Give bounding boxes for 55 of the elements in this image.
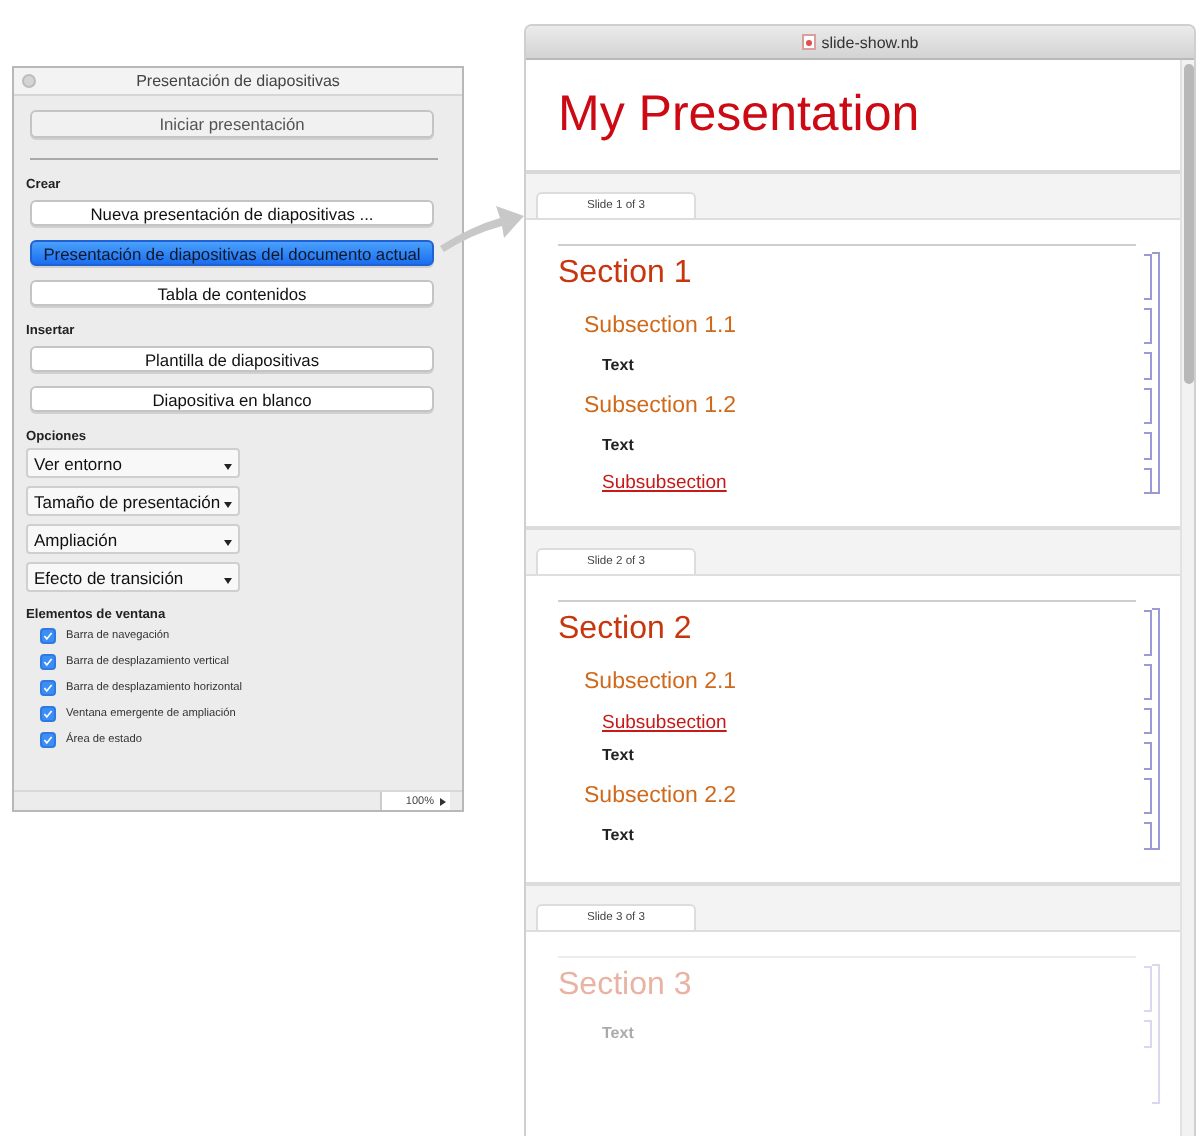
presentation-title: My Presentation	[558, 86, 920, 144]
subsection-heading: Subsection 2.2	[582, 782, 737, 812]
palette-button[interactable]: Tabla de contenidos	[30, 280, 434, 306]
checkbox[interactable]	[40, 654, 56, 670]
cell-bracket[interactable]	[1144, 664, 1152, 700]
palette-button[interactable]: Plantilla de diapositivas	[30, 346, 434, 372]
dropdown[interactable]: Efecto de transición	[26, 562, 240, 592]
checkbox[interactable]	[40, 628, 56, 644]
dropdown[interactable]: Ver entorno	[26, 448, 240, 478]
palette-button[interactable]: Nueva presentación de diapositivas ...	[30, 200, 434, 226]
text-cell-text: Text	[600, 354, 634, 378]
caret-icon	[224, 464, 232, 470]
cell-bracket[interactable]	[1144, 822, 1152, 850]
checkbox[interactable]	[40, 732, 56, 748]
caret-icon	[224, 578, 232, 584]
scroll-thumb[interactable]	[1184, 64, 1194, 384]
text-cell-text: Text	[600, 824, 634, 848]
scrollbar[interactable]	[1180, 60, 1194, 1136]
cell-bracket[interactable]	[1144, 708, 1152, 734]
palette-title: Presentación de diapositivas	[136, 72, 340, 90]
subsection-heading: Subsection 1.2	[582, 392, 737, 422]
dropdown[interactable]: Ampliación	[26, 524, 240, 554]
section-heading: Section 3	[558, 966, 692, 1006]
close-dot-icon[interactable]	[22, 74, 36, 88]
subsection-heading: Subsection 1.1	[582, 312, 737, 342]
checkbox[interactable]	[40, 680, 56, 696]
cell-bracket[interactable]	[1144, 610, 1152, 656]
palette-button[interactable]: Presentación de diapositivas del documento actual	[30, 240, 434, 266]
dropdown[interactable]: Tamaño de presentación	[26, 486, 240, 516]
cell-bracket[interactable]	[1144, 742, 1152, 770]
subsubsection-heading: Subsubsection	[600, 470, 727, 498]
text-cell-text: Text	[600, 744, 634, 768]
section-heading: Section 1	[558, 254, 692, 294]
group-bracket[interactable]	[1152, 608, 1160, 850]
group-bracket[interactable]	[1152, 252, 1160, 494]
subsection-heading: Subsection 2.1	[582, 668, 737, 698]
triangle-icon	[440, 797, 446, 805]
cell-bracket[interactable]	[1144, 468, 1152, 494]
caret-icon	[224, 540, 232, 546]
caret-icon	[224, 502, 232, 508]
subsubsection-heading: Subsubsection	[600, 710, 727, 738]
window-title: slide-show.nb	[821, 33, 919, 51]
text-cell-text: Text	[600, 434, 634, 458]
checkbox[interactable]	[40, 706, 56, 722]
cell-bracket[interactable]	[1144, 432, 1152, 460]
palette-button[interactable]: Diapositiva en blanco	[30, 386, 434, 412]
cell-bracket[interactable]	[1144, 388, 1152, 424]
document-icon	[801, 34, 816, 50]
cell-bracket[interactable]	[1144, 778, 1152, 814]
section-heading: Section 2	[558, 610, 692, 650]
cell-bracket[interactable]	[1144, 308, 1152, 344]
cell-bracket[interactable]	[1144, 254, 1152, 300]
text-cell-text: Text	[600, 1022, 634, 1046]
start-presentation-button[interactable]: Iniciar presentación	[30, 110, 434, 138]
cell-bracket[interactable]	[1144, 352, 1152, 380]
